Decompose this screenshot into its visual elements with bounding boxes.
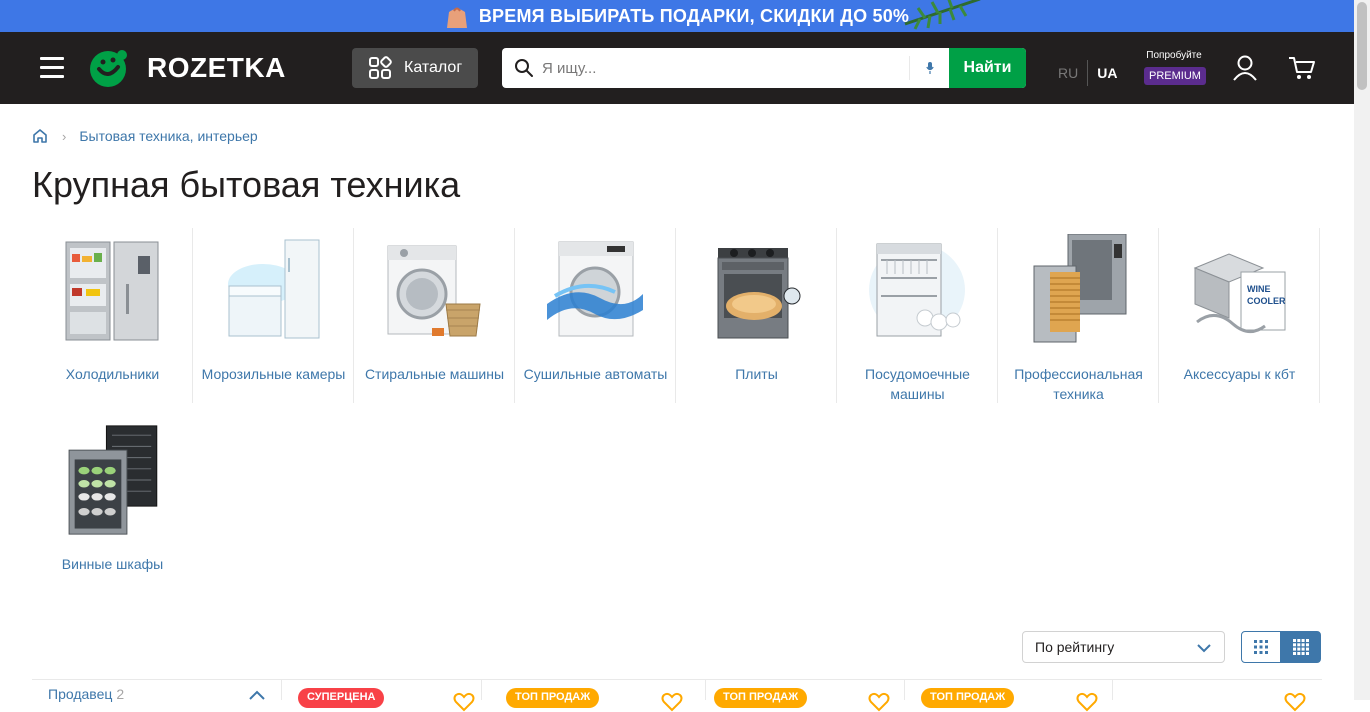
accessories-image: WINE COOLER xyxy=(1193,253,1286,333)
category-label: Аксессуары к кбт xyxy=(1183,366,1296,382)
promo-banner[interactable]: ВРЕМЯ ВЫБИРАТЬ ПОДАРКИ, СКИДКИ ДО 50% xyxy=(0,0,1354,32)
voice-search[interactable] xyxy=(909,56,949,80)
category-label: Холодильники xyxy=(65,366,160,382)
dryer-image xyxy=(547,241,643,337)
premium-promo[interactable]: Попробуйте PREMIUM xyxy=(1144,50,1206,85)
home-icon[interactable] xyxy=(32,128,48,144)
product-tag: ТОП ПРОДАЖ xyxy=(506,688,600,708)
user-icon[interactable] xyxy=(1232,54,1258,82)
pine-branch-icon xyxy=(904,0,981,30)
category-item-freezer[interactable]: Морозильные камеры xyxy=(193,228,354,403)
category-label: Винные шкафы xyxy=(61,556,164,572)
fridge-image xyxy=(65,241,159,341)
freezer-image xyxy=(228,239,320,339)
menu-icon[interactable] xyxy=(40,57,64,79)
breadcrumb-link[interactable]: Бытовая техника, интерьер xyxy=(79,128,257,144)
catalog-grid-icon xyxy=(369,56,392,79)
category-label: Профессиональная техника xyxy=(1014,366,1143,402)
small-grid-icon xyxy=(1254,640,1268,654)
category-item-professional[interactable]: Профессиональная техника xyxy=(998,228,1159,403)
category-item-dishwasher[interactable]: Посудомоечные машины xyxy=(837,228,998,403)
category-label: Сушильные автоматы xyxy=(523,366,668,382)
heart-icon[interactable] xyxy=(453,692,475,712)
category-label: Морозильные камеры xyxy=(201,366,346,382)
divider xyxy=(32,679,1322,680)
lang-divider xyxy=(1087,60,1089,86)
column-divider xyxy=(1112,680,1113,700)
page-title: Крупная бытовая техника xyxy=(32,164,461,205)
sort-selected: По рейтингу xyxy=(1035,639,1115,655)
heart-icon[interactable] xyxy=(1076,692,1098,712)
cart-icon[interactable] xyxy=(1288,55,1316,81)
premium-try-text: Попробуйте xyxy=(1146,50,1202,61)
logo[interactable]: ROZETKA xyxy=(88,47,286,89)
large-grid-icon xyxy=(1293,639,1309,655)
heart-icon[interactable] xyxy=(1284,692,1306,712)
breadcrumb: › Бытовая техника, интерьер xyxy=(32,128,258,144)
small-grid-view-button[interactable] xyxy=(1241,631,1281,663)
category-label: Посудомоечные машины xyxy=(865,366,970,402)
view-toggle xyxy=(1241,631,1321,663)
product-tag: СУПЕРЦЕНА xyxy=(298,688,385,708)
logo-text: ROZETKA xyxy=(147,52,286,83)
category-item-fridge[interactable]: Холодильники xyxy=(32,228,193,403)
category-label: Плиты xyxy=(735,366,778,382)
professional-oven-image xyxy=(1033,234,1127,343)
gift-icon xyxy=(445,4,467,28)
search-icon xyxy=(515,59,533,77)
wine-cooler-image xyxy=(68,425,158,535)
rozetka-smile-icon xyxy=(90,50,127,87)
site-header: ROZETKA Каталог Найти RU UA Попробуйте P… xyxy=(0,32,1354,104)
large-grid-view-button[interactable] xyxy=(1281,631,1321,663)
search-input[interactable] xyxy=(542,48,909,88)
column-divider xyxy=(705,680,706,700)
svg-text:WINE: WINE xyxy=(1247,284,1271,294)
heart-icon[interactable] xyxy=(661,692,683,712)
chevron-down-icon xyxy=(1197,644,1211,653)
language-switcher: RU UA xyxy=(1058,60,1117,86)
chevron-up-icon[interactable] xyxy=(249,690,265,700)
lang-ua[interactable]: UA xyxy=(1097,65,1117,81)
category-item-wine-cooler[interactable]: Винные шкафы xyxy=(32,418,193,593)
product-tag: ТОП ПРОДАЖ xyxy=(921,688,1015,708)
category-item-stove[interactable]: Плиты xyxy=(676,228,837,403)
catalog-label: Каталог xyxy=(404,59,463,76)
scrollbar-thumb[interactable] xyxy=(1357,2,1367,90)
breadcrumb-chevron-icon: › xyxy=(62,128,67,144)
stove-image xyxy=(717,248,801,339)
search-bar: Найти xyxy=(502,48,1026,88)
microphone-icon[interactable] xyxy=(909,56,949,80)
sort-select[interactable]: По рейтингу xyxy=(1022,631,1225,663)
column-divider xyxy=(904,680,905,700)
lang-ru[interactable]: RU xyxy=(1058,65,1078,81)
premium-badge[interactable]: PREMIUM xyxy=(1144,67,1206,85)
svg-text:COOLER: COOLER xyxy=(1247,296,1286,306)
promo-text: ВРЕМЯ ВЫБИРАТЬ ПОДАРКИ, СКИДКИ ДО 50% xyxy=(478,5,910,26)
column-divider xyxy=(481,680,482,700)
scrollbar[interactable] xyxy=(1354,0,1370,700)
category-item-washing-machine[interactable]: Стиральные машины xyxy=(354,228,515,403)
category-item-accessories[interactable]: WINE COOLER Аксессуары к кбт xyxy=(1159,228,1320,403)
catalog-button[interactable]: Каталог xyxy=(352,48,478,88)
search-button[interactable]: Найти xyxy=(949,48,1026,88)
product-tag: ТОП ПРОДАЖ xyxy=(714,688,808,708)
dishwasher-image xyxy=(869,243,965,337)
heart-icon[interactable] xyxy=(868,692,890,712)
category-label: Стиральные машины xyxy=(364,366,505,382)
category-item-dryer[interactable]: Сушильные автоматы xyxy=(515,228,676,403)
washing-machine-image xyxy=(387,245,481,337)
column-divider xyxy=(281,680,282,700)
